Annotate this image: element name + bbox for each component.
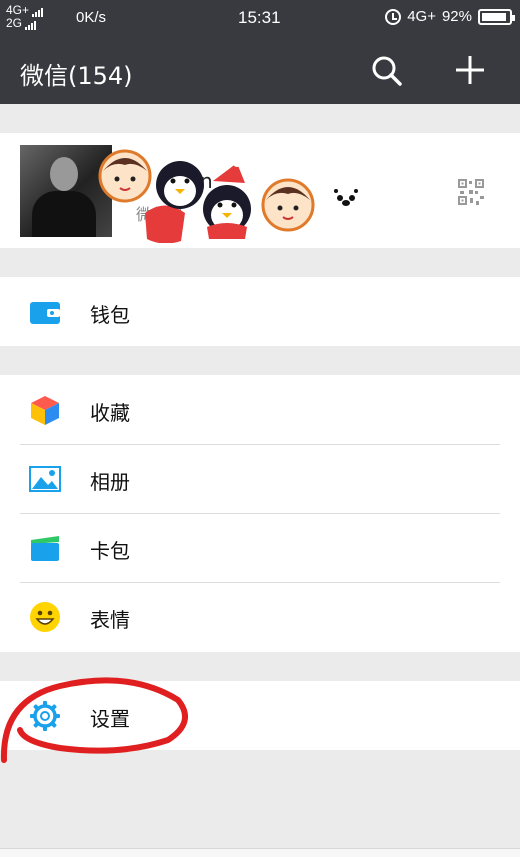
search-icon[interactable]: [370, 54, 404, 88]
battery-icon: [478, 8, 515, 25]
menu-item-album[interactable]: 相册: [0, 444, 520, 513]
clock: 15:31: [238, 8, 281, 27]
menu-item-wallet[interactable]: 钱包: [0, 277, 520, 346]
sticker-overlay: [98, 149, 358, 243]
network-type-right: 4G+: [407, 8, 436, 25]
menu-label: 钱包: [90, 303, 130, 327]
battery-percent: 92%: [441, 8, 472, 25]
album-icon: [29, 466, 61, 492]
alarm-icon: [385, 8, 402, 25]
card-wallet-icon: [31, 536, 59, 561]
menu-label: 收藏: [90, 401, 130, 425]
status-bar: 4G+ 2G 0K/s 15:31 4G+ 92%: [0, 0, 520, 36]
favorites-cube-icon: [31, 396, 59, 425]
wallet-group: 钱包: [0, 277, 520, 346]
bottom-tab-bar[interactable]: [0, 848, 520, 857]
menu-label: 表情: [90, 608, 130, 632]
menu-label: 相册: [90, 470, 130, 494]
menu-item-cards[interactable]: 卡包: [0, 513, 520, 582]
menu-item-stickers[interactable]: 表情: [0, 582, 520, 651]
red-annotation-circle: [0, 677, 189, 763]
qr-code-icon[interactable]: [458, 179, 484, 205]
network-type-bottom: 2G: [6, 16, 23, 30]
profile-card[interactable]: n 微信号: [0, 133, 520, 248]
menu-label: 卡包: [90, 539, 130, 563]
page-title: 微信(154): [20, 62, 133, 90]
network-speed: 0K/s: [76, 9, 107, 26]
smiley-icon: [30, 602, 60, 632]
signal-icon: [32, 7, 44, 17]
network-indicator: 4G+ 2G: [6, 4, 44, 30]
features-group: 收藏 相册 卡包 表情: [0, 375, 520, 652]
app-header: 微信(154): [0, 36, 520, 104]
signal-icon: [25, 20, 37, 30]
wallet-icon: [30, 302, 60, 324]
menu-item-favorites[interactable]: 收藏: [0, 375, 520, 444]
plus-icon[interactable]: [452, 52, 488, 88]
